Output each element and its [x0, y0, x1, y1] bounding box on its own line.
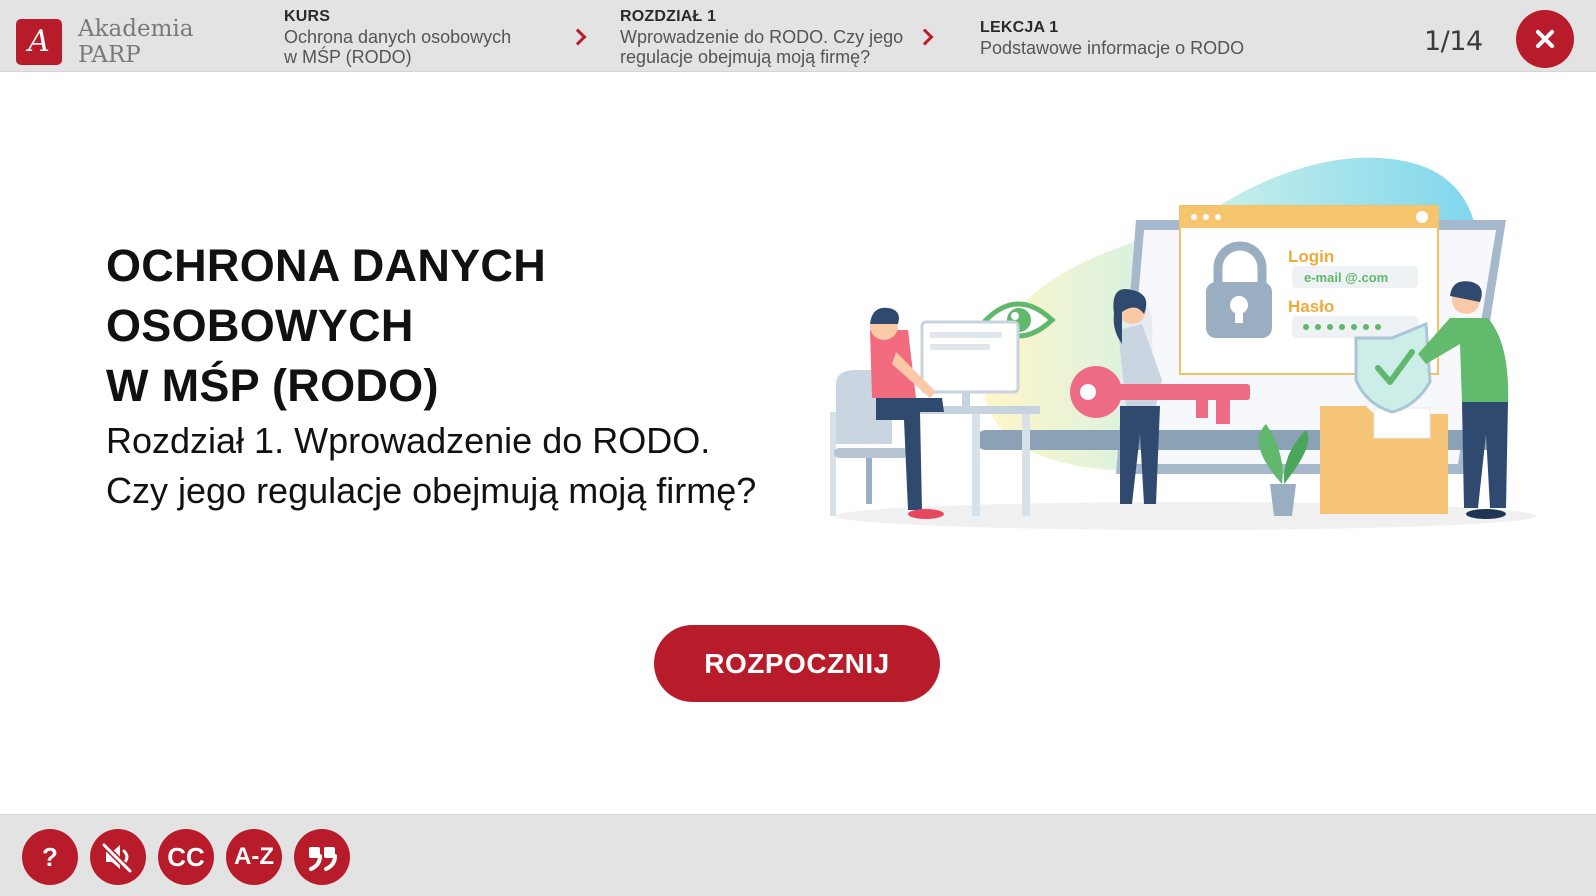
help-button[interactable]: ? [22, 829, 78, 885]
chapter-subtitle-line-2: Czy jego regulacje obejmują moją firmę? [106, 470, 757, 511]
bottom-toolbar: ? CC A-Z [0, 814, 1596, 896]
breadcrumb-chapter-label: ROZDZIAŁ 1 [620, 8, 717, 25]
close-button[interactable] [1516, 10, 1574, 68]
logo-text: Akademia PARP [78, 16, 193, 68]
password-label: Hasło [1288, 297, 1334, 316]
speaker-muted-icon [101, 842, 133, 874]
folder-icon [1320, 406, 1448, 514]
breadcrumb-course-title-line-1: Ochrona danych osobowych [284, 27, 512, 47]
quote-icon [309, 847, 337, 871]
chevron-right-icon [916, 28, 934, 46]
page-counter: 1/14 [1424, 26, 1483, 57]
breadcrumb-chapter-title-line-2: regulacje obejmują moją firmę? [620, 47, 871, 67]
top-bar: A Akademia PARP KURS Ochrona danych osob… [0, 0, 1596, 72]
breadcrumb-lesson: LEKCJA 1 Podstawowe informacje o RODO [980, 18, 1280, 58]
glossary-button[interactable]: A-Z [226, 829, 282, 885]
chapter-subtitle: Rozdział 1. Wprowadzenie do RODO. Czy je… [106, 416, 826, 516]
captions-button[interactable]: CC [158, 829, 214, 885]
breadcrumb-course-label: KURS [284, 8, 331, 25]
course-title-line-2: W MŚP (RODO) [106, 360, 439, 411]
breadcrumb-chapter-title-line-1: Wprowadzenie do RODO. Czy jego [620, 27, 904, 47]
breadcrumb-lesson-title: Podstawowe informacje o RODO [980, 38, 1245, 58]
quotes-button[interactable] [294, 829, 350, 885]
breadcrumb-lesson-label: LEKCJA 1 [980, 19, 1059, 36]
breadcrumb-course: KURS Ochrona danych osobowych w MŚP (ROD… [284, 7, 554, 67]
course-player: A Akademia PARP KURS Ochrona danych osob… [0, 0, 1596, 896]
email-field-placeholder: e-mail @.com [1304, 270, 1388, 285]
start-button[interactable]: ROZPOCZNIJ [654, 625, 940, 702]
akademia-parp-logo: A Akademia PARP [16, 16, 193, 68]
breadcrumb-chapter: ROZDZIAŁ 1 Wprowadzenie do RODO. Czy jeg… [620, 7, 910, 67]
chapter-subtitle-line-1: Rozdział 1. Wprowadzenie do RODO. [106, 420, 711, 461]
data-protection-illustration: Login e-mail @.com Hasło [830, 157, 1536, 530]
course-title: OCHRONA DANYCH OSOBOWYCH W MŚP (RODO) [106, 236, 826, 416]
logo-line-2: PARP [78, 42, 141, 68]
login-label: Login [1288, 247, 1334, 266]
logo-line-1: Akademia [78, 16, 194, 42]
breadcrumb-course-title-line-2: w MŚP (RODO) [284, 47, 412, 67]
course-title-line-1: OCHRONA DANYCH OSOBOWYCH [106, 240, 547, 351]
logo-mark-icon: A [16, 19, 62, 65]
chevron-right-icon [569, 28, 587, 46]
mute-button[interactable] [90, 829, 146, 885]
